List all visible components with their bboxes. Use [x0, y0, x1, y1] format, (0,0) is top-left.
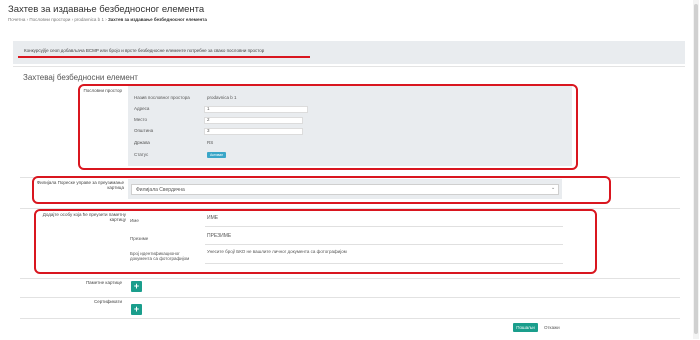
section-title: Захтевај безбедносни елемент	[23, 73, 138, 82]
scrollbar-thumb[interactable]	[694, 4, 698, 334]
smart-cards-label: Паметне картице	[85, 280, 122, 285]
highlight-box-pickup	[32, 176, 611, 204]
breadcrumb-home[interactable]: Почетна	[8, 17, 25, 22]
breadcrumb-space[interactable]: prodavnica b 1	[74, 17, 104, 22]
divider	[20, 318, 680, 319]
highlight-box-business-space	[78, 84, 578, 170]
highlight-underline	[18, 56, 310, 58]
add-smart-card-button[interactable]: +	[131, 281, 142, 292]
divider	[20, 297, 680, 298]
cancel-button[interactable]: Откажи	[544, 323, 560, 332]
certificates-label: Сертификати	[94, 299, 122, 304]
breadcrumb-business-spaces[interactable]: Пословни простори	[29, 17, 70, 22]
breadcrumb: Почетна › Пословни простори › prodavnica…	[8, 17, 207, 22]
page-title: Захтев за издавање безбедносног елемента	[8, 4, 205, 15]
divider	[20, 278, 680, 279]
breadcrumb-current: Захтев за издавање безбедносног елемента	[107, 17, 207, 22]
highlight-box-person	[34, 209, 597, 274]
info-text: Конкурсуј/је сеоп добављача BCMP или бро…	[24, 48, 265, 53]
submit-button[interactable]: Пошаљи	[513, 323, 538, 332]
add-certificate-button[interactable]: +	[131, 304, 142, 315]
